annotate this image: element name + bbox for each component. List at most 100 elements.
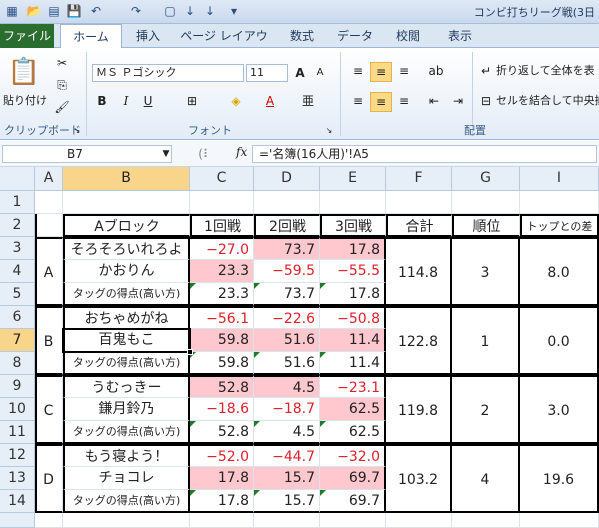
tab-review[interactable]: 校閲	[388, 24, 428, 48]
row-header[interactable]: 9	[0, 375, 35, 398]
cut-icon[interactable]: ✂	[54, 54, 70, 72]
column-header[interactable]: E	[320, 167, 386, 191]
tag-score-cell[interactable]: 17.8	[190, 490, 254, 513]
row-header[interactable]: 10	[0, 398, 35, 421]
player-name[interactable]: うむっきー	[63, 375, 190, 398]
column-header[interactable]: I	[520, 167, 599, 191]
tag-label[interactable]: タッグの得点(高い方)	[63, 283, 190, 306]
cell[interactable]	[452, 513, 520, 528]
cell[interactable]	[254, 513, 320, 528]
tag-score-cell[interactable]: 62.5	[320, 421, 386, 444]
tag-score-cell[interactable]: 69.7	[320, 490, 386, 513]
score-cell[interactable]: −18.7	[254, 398, 320, 421]
tag-score-cell[interactable]: 51.6	[254, 352, 320, 375]
tag-score-cell[interactable]: 23.3	[190, 283, 254, 306]
score-cell[interactable]: −44.7	[254, 444, 320, 467]
open-folder-icon[interactable]: 📂	[26, 3, 42, 19]
save-icon[interactable]: 💾	[66, 3, 82, 19]
rank-cell[interactable]: 4	[452, 444, 520, 513]
paste-icon[interactable]: 📋	[6, 54, 42, 90]
row-header[interactable]: 13	[0, 467, 35, 490]
merge-center-button[interactable]: セルを結合して中央揃	[496, 92, 599, 110]
tab-home[interactable]: ホーム	[60, 24, 122, 50]
format-painter-icon[interactable]: 🖌	[54, 98, 70, 116]
row-header[interactable]: 3	[0, 237, 35, 260]
column-header[interactable]: C	[190, 167, 254, 191]
undo-icon[interactable]: ↶	[88, 3, 104, 19]
player-name[interactable]: 鎌月鈴乃	[63, 398, 190, 421]
font-launcher-icon[interactable]: ↘	[324, 122, 334, 140]
cell[interactable]	[520, 191, 599, 214]
paste-button[interactable]: 貼り付け	[2, 92, 48, 110]
align-left-icon[interactable]: ≡	[348, 92, 368, 110]
total-cell[interactable]: 119.8	[386, 375, 452, 444]
cell[interactable]	[35, 513, 63, 528]
sort-desc-icon[interactable]: ↓	[202, 3, 218, 19]
score-cell[interactable]: 69.7	[320, 467, 386, 490]
score-cell[interactable]: 52.8	[190, 375, 254, 398]
print-preview-icon[interactable]: ▤	[46, 3, 62, 19]
block-letter[interactable]: D	[35, 444, 63, 513]
font-color-icon[interactable]: A	[262, 92, 278, 110]
align-top-icon[interactable]: ≡	[348, 62, 368, 80]
grow-font-icon[interactable]: A	[292, 64, 308, 82]
borders-icon[interactable]: ⊞	[184, 92, 200, 110]
score-cell[interactable]: 62.5	[320, 398, 386, 421]
tag-label[interactable]: タッグの得点(高い方)	[63, 490, 190, 513]
tab-formulas[interactable]: 数式	[282, 24, 322, 48]
font-size-select[interactable]: 11	[246, 64, 288, 82]
score-cell[interactable]: −50.8	[320, 306, 386, 329]
column-header[interactable]: G	[452, 167, 520, 191]
player-name[interactable]: チョコレ	[63, 467, 190, 490]
player-name[interactable]: おちゃめがね	[63, 306, 190, 329]
header-cell-rank[interactable]: 順位	[452, 214, 520, 237]
score-cell[interactable]: 73.7	[254, 237, 320, 260]
align-middle-icon[interactable]: ≡	[370, 62, 392, 82]
cell[interactable]	[63, 513, 190, 528]
excel-app-icon[interactable]: ▦	[4, 3, 20, 19]
total-cell[interactable]: 122.8	[386, 306, 452, 375]
tab-page-layout[interactable]: ページ レイアウト	[176, 24, 272, 67]
score-cell[interactable]: −52.0	[190, 444, 254, 467]
score-cell[interactable]: −59.5	[254, 260, 320, 283]
underline-button[interactable]: U	[140, 92, 156, 110]
tab-view[interactable]: 表示	[440, 24, 480, 48]
shrink-font-icon[interactable]: A	[312, 64, 328, 82]
tag-score-cell[interactable]: 59.8	[190, 352, 254, 375]
row-header[interactable]: 4	[0, 260, 35, 283]
tag-score-cell[interactable]: 52.8	[190, 421, 254, 444]
decrease-indent-icon[interactable]: ⇤	[424, 92, 444, 110]
score-cell[interactable]: 17.8	[320, 237, 386, 260]
phonetic-icon[interactable]: 亜	[300, 92, 316, 110]
row-header[interactable]: 5	[0, 283, 35, 306]
row-header[interactable]: 7	[0, 329, 35, 352]
wrap-text-button[interactable]: 折り返して全体を表	[496, 62, 599, 80]
align-right-icon[interactable]: ≡	[394, 92, 414, 110]
score-cell[interactable]: −23.1	[320, 375, 386, 398]
copy-icon[interactable]: ⎘	[54, 76, 70, 94]
cell[interactable]	[320, 191, 386, 214]
tab-insert[interactable]: 挿入	[128, 24, 168, 48]
align-bottom-icon[interactable]: ≡	[394, 62, 414, 80]
wrap-text-icon[interactable]: ↵	[478, 62, 494, 80]
font-name-select[interactable]: ＭＳ Ｐゴシック	[92, 64, 244, 82]
row-header[interactable]: 8	[0, 352, 35, 375]
redo-icon[interactable]: ↷	[128, 3, 144, 19]
italic-button[interactable]: I	[118, 92, 134, 110]
rank-cell[interactable]: 1	[452, 306, 520, 375]
name-box-dropdown-icon[interactable]: ▼	[160, 145, 172, 163]
score-cell[interactable]: −18.6	[190, 398, 254, 421]
tag-label[interactable]: タッグの得点(高い方)	[63, 352, 190, 375]
rank-cell[interactable]: 2	[452, 375, 520, 444]
score-cell[interactable]: 59.8	[190, 329, 254, 352]
formula-input[interactable]: ='名簿(16人用)'!A5	[252, 145, 597, 163]
row-header[interactable]: 2	[0, 214, 35, 237]
cell[interactable]	[35, 214, 63, 237]
sort-asc-icon[interactable]: ↓	[182, 3, 198, 19]
score-cell[interactable]: 11.4	[320, 329, 386, 352]
fill-color-icon[interactable]: ◈	[228, 92, 244, 110]
cell[interactable]	[190, 513, 254, 528]
orientation-icon[interactable]: ab	[424, 62, 448, 80]
select-all-corner[interactable]	[0, 167, 35, 191]
header-cell-r3[interactable]: 3回戦	[320, 214, 386, 237]
